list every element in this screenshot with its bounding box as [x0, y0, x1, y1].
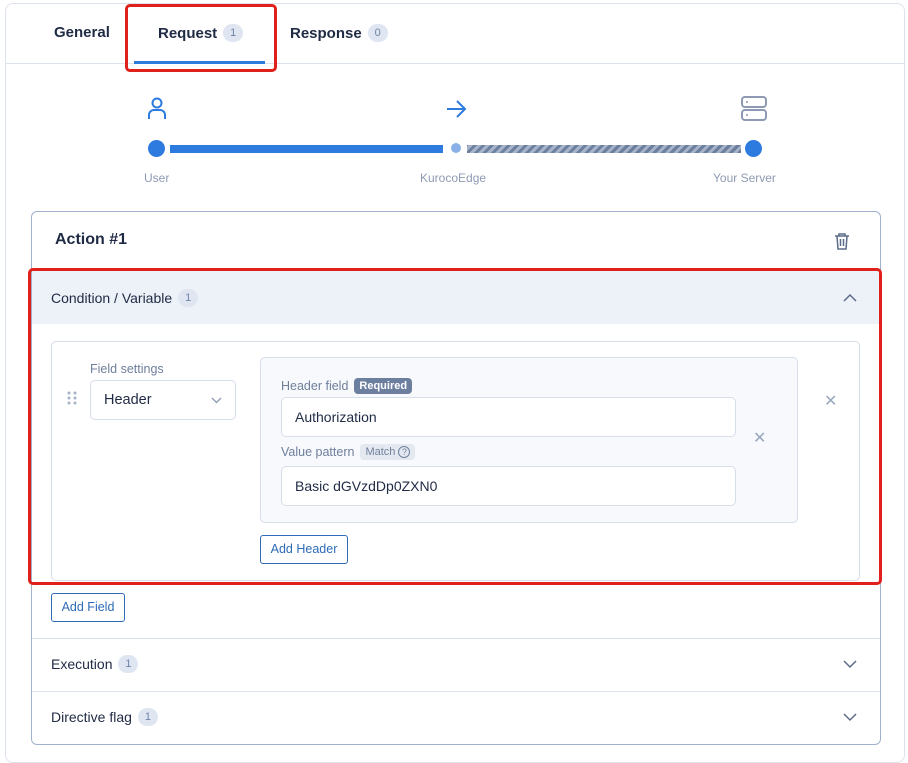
- highlight-box: [125, 4, 277, 72]
- tab-response[interactable]: Response 0: [290, 24, 388, 42]
- directive-section-header[interactable]: Directive flag 1: [51, 708, 158, 726]
- step-label-user: User: [144, 171, 170, 185]
- divider: [32, 691, 880, 692]
- trash-icon[interactable]: [834, 232, 850, 250]
- tab-label: General: [54, 24, 110, 41]
- user-icon: [148, 97, 166, 119]
- user-node: [148, 140, 165, 157]
- arrow-right-icon: [447, 100, 467, 118]
- count-badge: 1: [137, 708, 158, 726]
- server-icon: [741, 96, 767, 121]
- edge-node: [451, 143, 461, 153]
- add-field-button[interactable]: Add Field: [51, 593, 125, 622]
- chevron-down-icon[interactable]: [843, 660, 857, 669]
- section-label: Execution: [51, 656, 113, 672]
- step-label-edge: KurocoEdge: [420, 171, 487, 185]
- count-badge: 0: [367, 24, 388, 42]
- tab-general[interactable]: General: [54, 24, 110, 41]
- flow-line-active: [170, 145, 443, 153]
- chevron-down-icon[interactable]: [843, 713, 857, 722]
- server-node: [745, 140, 762, 157]
- divider: [32, 638, 880, 639]
- flow-line-inactive: [467, 145, 741, 153]
- count-badge: 1: [118, 655, 139, 673]
- action-title: Action #1: [55, 231, 128, 248]
- highlight-box: [28, 268, 882, 585]
- execution-section-header[interactable]: Execution 1: [51, 655, 139, 673]
- tab-label: Response: [290, 24, 362, 42]
- step-label-server: Your Server: [713, 171, 776, 185]
- section-label: Directive flag: [51, 709, 132, 725]
